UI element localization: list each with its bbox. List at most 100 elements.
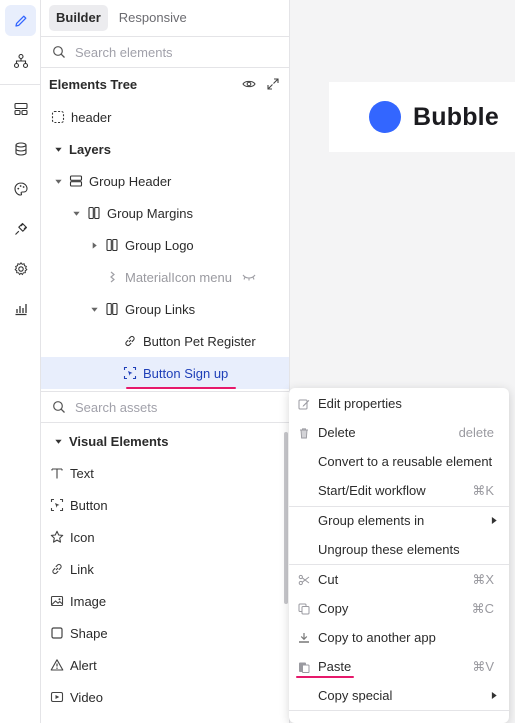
menu-item-copy-special[interactable]: Copy special [289,681,509,710]
asset-item-text[interactable]: Text [41,457,289,489]
submenu-arrow-icon [491,688,498,703]
asset-item-label: Image [70,593,107,609]
canvas-header-logo[interactable]: Bubble [329,82,515,152]
logo-circle [369,101,401,133]
trash-icon [297,427,311,439]
tree-item-group-logo[interactable]: Group Logo [41,229,289,261]
asset-item-label: Button [70,497,108,513]
layout-icon[interactable] [5,93,36,124]
asset-item-video[interactable]: Video [41,681,289,713]
expand-icon[interactable] [266,77,280,91]
chart-icon[interactable] [5,293,36,324]
caret-down-icon[interactable] [89,304,99,314]
asset-item-shape[interactable]: Shape [41,617,289,649]
tree-item-label: Button Sign up [143,365,229,381]
asset-item-label: Link [70,561,94,577]
asset-item-link[interactable]: Link [41,553,289,585]
tree-item-label: Group Margins [107,205,193,221]
tree-item-group-margins[interactable]: Group Margins [41,197,289,229]
shortcut-label: ⌘X [472,571,494,587]
settings-icon[interactable] [5,253,36,284]
square-icon [50,626,64,640]
assets-search-input[interactable] [75,399,275,415]
menu-item-start-edit-workflow[interactable]: Start/Edit workflow ⌘K [289,476,509,505]
sitemap-icon[interactable] [5,45,36,76]
caret-down-icon[interactable] [71,208,81,218]
tree-item-materialicon-menu[interactable]: MaterialIcon menu [41,261,289,293]
scissors-icon [297,574,311,586]
shortcut-label: ⌘C [471,600,494,616]
menu-item-cut[interactable]: Cut ⌘X [289,565,509,594]
asset-item-alert[interactable]: Alert [41,649,289,681]
tree-item-label: Group Links [125,301,196,317]
page-icon [51,110,65,124]
menu-item-copy-to-another-app[interactable]: Copy to another app [289,623,509,652]
shortcut-label: delete [458,425,494,440]
search-icon [53,46,65,58]
asset-item-label: Icon [70,529,95,545]
menu-item-group-elements-in[interactable]: Group elements in [289,506,509,535]
visual-elements-header[interactable]: Visual Elements [41,425,289,457]
tab-responsive[interactable]: Responsive [112,5,194,31]
database-icon[interactable] [5,133,36,164]
asset-item-image[interactable]: Image [41,585,289,617]
tree-item-label: Group Header [89,173,172,189]
button-icon [50,498,64,512]
panel-tabs: Builder Responsive [49,5,194,31]
assets-scrollbar[interactable] [284,432,288,604]
text-icon [50,466,64,480]
menu-item-label: Convert to a reusable element [318,454,493,469]
asset-item-icon[interactable]: Icon [41,521,289,553]
tree-item-button-pet-register[interactable]: Button Pet Register [41,325,289,357]
palette-icon[interactable] [5,173,36,204]
menu-item-convert-reusable[interactable]: Convert to a reusable element [289,447,509,476]
search-icon [53,401,65,413]
elements-search-row [41,36,290,68]
highlight-underline [126,387,236,389]
elements-tree-title: Elements Tree [49,77,138,92]
tree-item-label: Button Pet Register [143,333,256,349]
eye-icon[interactable] [242,77,256,91]
caret-down-icon[interactable] [53,176,63,186]
tree-item-group-links[interactable]: Group Links [41,293,289,325]
columns-icon [105,302,119,316]
pencil-icon[interactable] [5,5,36,36]
tree-item-layers[interactable]: Layers [41,133,289,165]
eye-closed-icon[interactable] [242,272,256,282]
caret-down-icon[interactable] [53,436,63,446]
asset-item-label: Video [70,689,104,705]
caret-down-icon[interactable] [53,144,63,154]
menu-item-copy[interactable]: Copy ⌘C [289,594,509,623]
tree-item-label: MaterialIcon menu [125,269,232,285]
menu-item-label: Copy [318,601,349,616]
material-icon [105,270,119,284]
menu-item-edit-properties[interactable]: Edit properties [289,389,509,418]
shortcut-label: ⌘V [472,658,494,674]
paste-icon [297,661,311,673]
menu-divider [289,710,509,711]
menu-item-label: Copy special [318,688,393,703]
menu-item-label: Copy to another app [318,630,436,645]
submenu-arrow-icon [491,513,498,528]
menu-item-ungroup[interactable]: Ungroup these elements [289,535,509,564]
asset-item-label: Shape [70,625,108,641]
logo-text: Bubble [413,102,499,131]
menu-item-delete[interactable]: Delete delete [289,418,509,447]
tree-item-group-header[interactable]: Group Header [41,165,289,197]
menu-item-label: Paste [318,659,352,674]
button-icon [123,366,137,380]
asset-item-label: Alert [70,657,97,673]
tree-item-label: Group Logo [125,237,194,253]
caret-right-icon[interactable] [89,240,99,250]
menu-item-label: Cut [318,572,339,587]
tree-item-header[interactable]: header [41,101,289,133]
plug-icon[interactable] [5,213,36,244]
tree-item-button-sign-up[interactable]: Button Sign up [41,357,289,389]
link-icon [123,334,137,348]
assets-search-row [41,391,290,423]
elements-search-input[interactable] [75,44,275,60]
left-icon-rail [0,0,41,723]
tab-builder[interactable]: Builder [49,5,108,31]
menu-item-label: Ungroup these elements [318,542,460,557]
asset-item-button[interactable]: Button [41,489,289,521]
